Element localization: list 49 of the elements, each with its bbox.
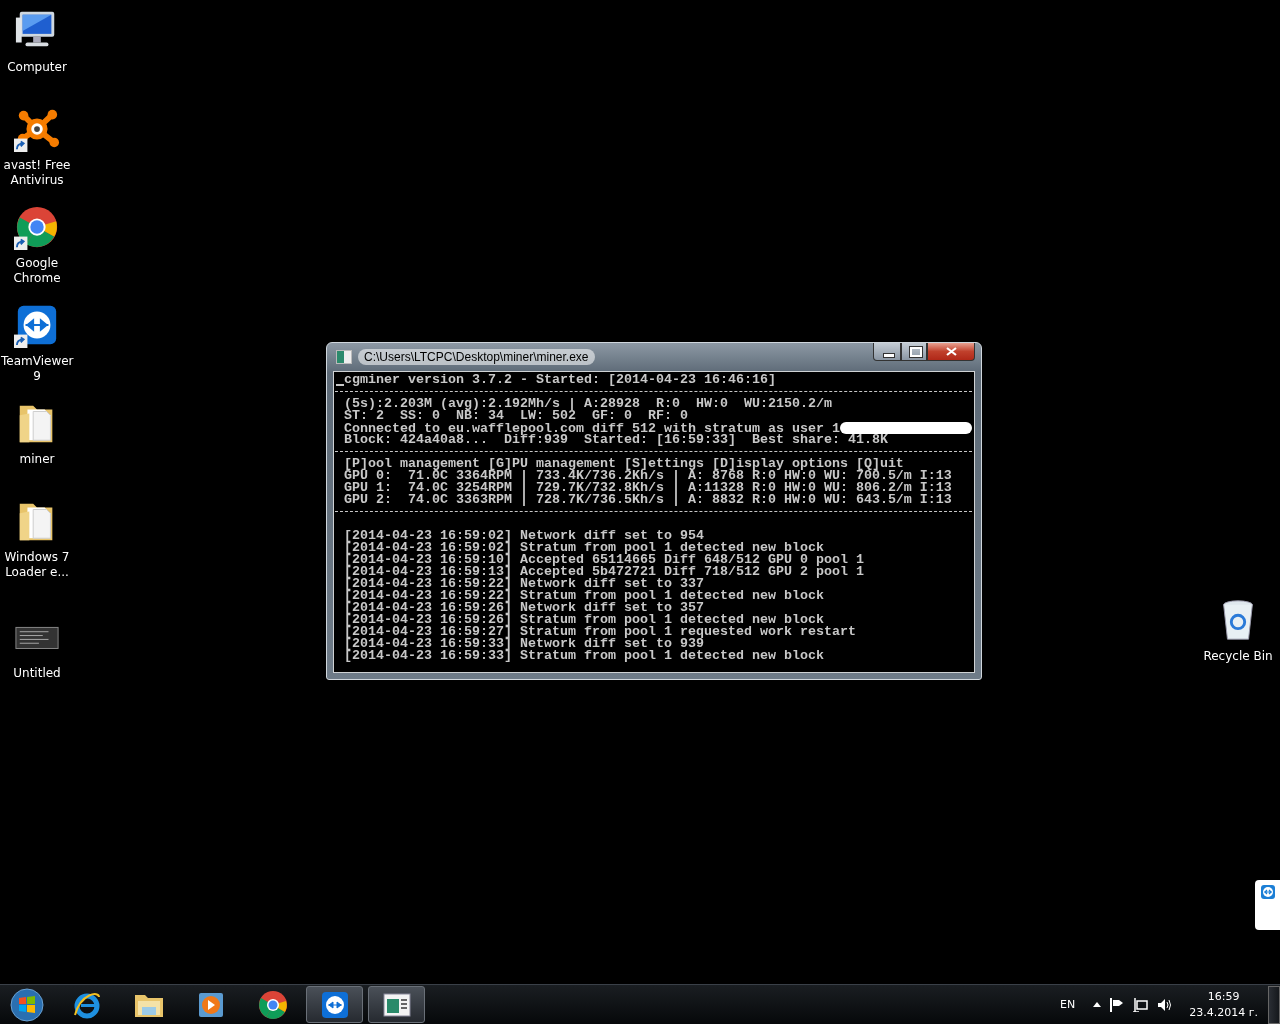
console-line: [2014-04-23 16:59:22] Network diff set to 337 bbox=[343, 578, 704, 590]
show-desktop-button[interactable] bbox=[1268, 985, 1280, 1024]
chrome-logo-icon[interactable] bbox=[14, 204, 60, 250]
desktop-icon-label[interactable]: Google Chrome bbox=[1, 256, 73, 286]
desktop-icon-label[interactable]: Windows 7 Loader e... bbox=[1, 550, 73, 580]
desktop-icon-label[interactable]: miner bbox=[1, 452, 73, 467]
console-line: Connected to eu.wafflepool.com diff 512 with stratum as user 1 bbox=[335, 422, 974, 434]
desktop-icon-label[interactable]: Recycle Bin bbox=[1202, 649, 1274, 664]
console-line: (5s):2.203M (avg):2.192Mh/s | A:28928 R:0 HW:0 WU:2150.2/m bbox=[343, 398, 833, 410]
clock[interactable]: 16:59 23.4.2014 г. bbox=[1189, 988, 1258, 1021]
console-line: [2014-04-23 16:59:33] Stratum from pool 1 detected new block bbox=[343, 650, 825, 662]
console-line: [2014-04-23 16:59:27] Stratum from pool 1 requested work restart bbox=[343, 626, 857, 638]
console-line: GPU 2: 74.0C 3363RPM | 728.7K/736.5Kh/s | A: 8832 R:0 HW:0 WU: 643.5/m I:13 bbox=[343, 494, 953, 506]
text-cursor bbox=[336, 384, 344, 386]
speaker-icon[interactable] bbox=[1157, 997, 1172, 1012]
console-line: Block: 424a40a8... Diff:939 Started: [16:59:33] Best share: 41.8K bbox=[343, 434, 889, 446]
language-indicator[interactable]: EN bbox=[1060, 998, 1076, 1011]
console-line: [2014-04-23 16:59:02] Stratum from pool 1 detected new block bbox=[343, 542, 824, 554]
close-button[interactable] bbox=[927, 343, 975, 361]
console-line: [2014-04-23 16:59:26] Network diff set to 357 bbox=[343, 602, 704, 614]
flag-icon[interactable] bbox=[1110, 997, 1125, 1012]
console-line: [2014-04-23 16:59:26] Stratum from pool 1 detected new block bbox=[343, 614, 824, 626]
console-window-icon bbox=[336, 350, 352, 364]
window-title: C:\Users\LTCPC\Desktop\miner\miner.exe bbox=[358, 349, 595, 365]
desktop-icon-label[interactable]: Computer bbox=[1, 60, 73, 75]
console-line: cgminer version 3.7.2 - Started: [2014-04-23 16:46:16] bbox=[344, 374, 776, 386]
console-line: [2014-04-23 16:59:13] Accepted 5b472721 Diff 718/512 GPU 2 pool 1 bbox=[343, 566, 865, 578]
desktop-icon-label[interactable]: avast! Free Antivirus bbox=[1, 158, 73, 188]
console-line: GPU 0: 71.0C 3364RPM | 733.4K/736.2Kh/s | A: 8768 R:0 HW:0 WU: 700.5/m I:13 bbox=[343, 470, 953, 482]
console-line: GPU 1: 74.0C 3254RPM | 729.7K/732.8Kh/s | A:11328 R:0 HW:0 WU: 806.2/m I:13 bbox=[343, 482, 953, 494]
close-icon bbox=[945, 347, 957, 356]
clock-time: 16:59 bbox=[1206, 988, 1241, 1005]
desktop-icon-label[interactable]: TeamViewer 9 bbox=[1, 354, 73, 384]
network-icon[interactable] bbox=[1133, 997, 1149, 1012]
teamviewer-side-tab[interactable] bbox=[1255, 880, 1280, 930]
console-line: [2014-04-23 16:59:33] Network diff set to 939 bbox=[343, 638, 704, 650]
console-line: [2014-04-23 16:59:10] Accepted 65114665 Diff 648/512 GPU 0 pool 1 bbox=[343, 554, 865, 566]
chrome-logo-icon bbox=[256, 988, 289, 1021]
maximize-button[interactable] bbox=[901, 343, 927, 361]
show-hidden-icons-arrow-icon[interactable] bbox=[1093, 1002, 1102, 1007]
desktop-icon-label[interactable]: Untitled bbox=[1, 666, 73, 681]
taskbar-button[interactable] bbox=[368, 986, 425, 1023]
console-line: [2014-04-23 16:59:02] Network diff set to 954 bbox=[343, 530, 704, 542]
console-line: [P]ool management [G]PU management [S]ettings [D]isplay options [Q]uit bbox=[343, 458, 904, 470]
clock-date: 23.4.2014 г. bbox=[1189, 1004, 1258, 1021]
console-line: [2014-04-23 16:59:22] Stratum from pool 1 detected new block bbox=[343, 590, 825, 602]
taskbar-button[interactable] bbox=[306, 986, 363, 1023]
minimize-button[interactable] bbox=[873, 343, 901, 361]
console-line: ST: 2 SS: 0 NB: 34 LW: 502 GF: 0 RF: 0 bbox=[343, 410, 689, 422]
